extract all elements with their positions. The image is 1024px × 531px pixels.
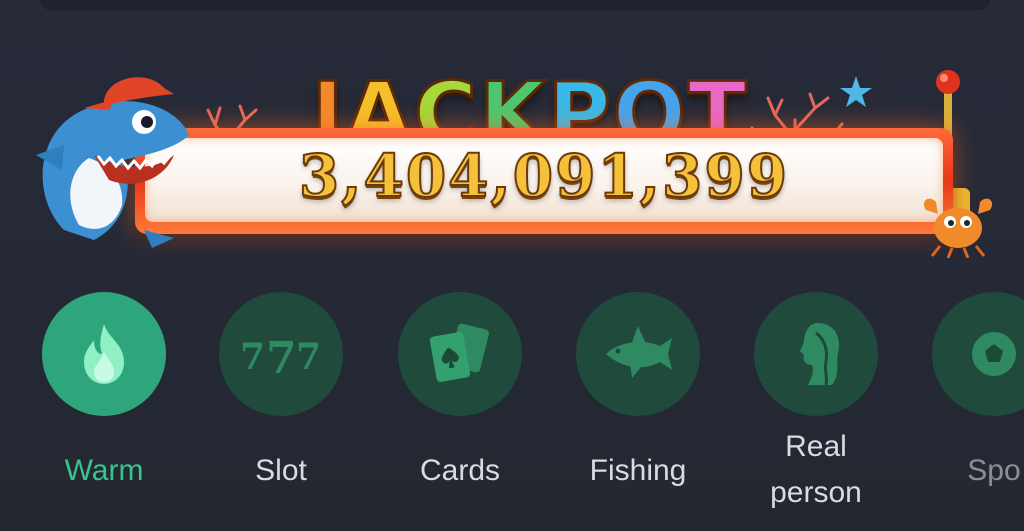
category-slot[interactable]: 7 7 7 Slot — [206, 292, 356, 494]
category-icon-circle — [932, 292, 1024, 416]
category-icon-circle: 7 7 7 — [219, 292, 343, 416]
jackpot-amount: 3,404,091,399 — [298, 141, 790, 211]
category-label: Spo — [967, 454, 1021, 487]
category-fishing[interactable]: Fishing — [563, 292, 713, 494]
flame-icon — [84, 324, 124, 384]
svg-text:7: 7 — [240, 336, 265, 378]
category-cards[interactable]: Cards — [385, 292, 535, 494]
category-label: Warm — [64, 454, 144, 487]
svg-text:7: 7 — [296, 336, 321, 378]
category-label: Cards — [419, 454, 501, 487]
category-sports[interactable]: Spo — [919, 292, 1024, 494]
category-label: Fishing — [589, 454, 687, 487]
jackpot-banner: J A C K P O T 3,404,091,399 — [20, 40, 1010, 270]
top-panel-edge — [40, 0, 990, 10]
jackpot-amount-frame: 3,404,091,399 — [135, 128, 953, 234]
playing-cards-icon — [429, 323, 489, 382]
game-lobby: J A C K P O T 3,404,091,399 Warm 7 7 7 S… — [0, 0, 1024, 531]
category-icon-circle — [576, 292, 700, 416]
starfish-icon — [840, 76, 872, 107]
category-real-person[interactable]: Real person — [741, 292, 891, 516]
shark-mascot-icon — [36, 77, 189, 248]
svg-text:7: 7 — [266, 333, 297, 379]
category-warm[interactable]: Warm — [29, 292, 179, 494]
jackpot-amount-panel: 3,404,091,399 — [145, 138, 943, 222]
category-icon-circle — [398, 292, 522, 416]
category-label: Slot — [255, 454, 307, 487]
sports-ball-icon — [972, 332, 1016, 376]
category-icon-circle — [42, 292, 166, 416]
category-icon-circle — [754, 292, 878, 416]
category-nav: Warm 7 7 7 Slot Cards Fishing Real perso… — [0, 292, 1024, 531]
category-label: Real person — [770, 430, 862, 509]
shark-icon — [606, 326, 672, 378]
crab-mascot-icon — [923, 198, 993, 258]
slot-777-icon: 7 7 7 — [240, 333, 321, 379]
woman-profile-icon — [800, 323, 840, 386]
